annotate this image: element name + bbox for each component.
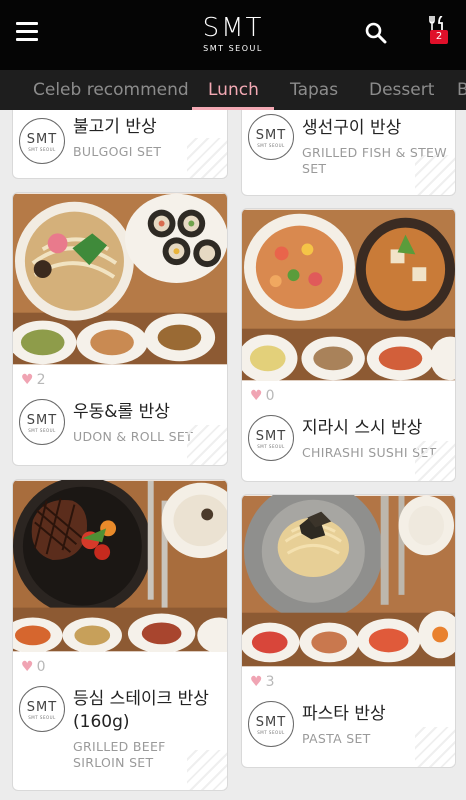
dish-name-english: UDON & ROLL SET — [73, 429, 194, 444]
like-count[interactable]: ♥ 2 — [21, 372, 45, 388]
dish-name-korean: 우동&롤 반상 — [73, 402, 170, 422]
dish-name-korean-line2: (160g) — [73, 712, 130, 732]
tab-tapas[interactable]: Tapas — [290, 70, 338, 110]
dish-name-english-line2: SIRLOIN SET — [73, 755, 154, 770]
menu-card-pasta[interactable]: ♥ 3 SMT SMT SEOUL 파스타 반상 PASTA SET — [241, 494, 456, 768]
decorative-stripes — [187, 750, 227, 790]
dish-photo — [13, 193, 227, 365]
brand-badge: SMT SMT SEOUL — [19, 118, 65, 164]
decorative-stripes — [415, 155, 455, 195]
heart-icon: ♥ — [250, 388, 263, 404]
heart-icon: ♥ — [250, 674, 263, 690]
cart-button[interactable]: 2 — [424, 16, 452, 48]
decorative-stripes — [415, 727, 455, 767]
tab-next-partial[interactable]: B — [457, 70, 466, 110]
dish-name-korean: 지라시 스시 반상 — [302, 418, 423, 438]
brand-badge: SMT SMT SEOUL — [19, 686, 65, 732]
decorative-stripes — [415, 441, 455, 481]
logo-mark: SMT — [202, 13, 264, 43]
dish-name-korean: 생선구이 반상 — [302, 118, 402, 138]
heart-icon: ♥ — [21, 659, 34, 675]
dish-name-english: PASTA SET — [302, 731, 371, 746]
dish-name-english: GRILLED BEEF — [73, 739, 166, 754]
like-count[interactable]: ♥ 3 — [250, 674, 274, 690]
menu-card-udon-roll[interactable]: ♥ 2 SMT SMT SEOUL 우동&롤 반상 UDON & ROLL SET — [12, 192, 228, 466]
dish-photo — [242, 495, 455, 667]
menu-card-bulgogi[interactable]: SMT SMT SEOUL 불고기 반상 BULGOGI SET — [12, 110, 228, 179]
cart-count-badge: 2 — [430, 30, 448, 44]
decorative-stripes — [187, 425, 227, 465]
tab-lunch[interactable]: Lunch — [208, 70, 259, 110]
dish-name-korean: 등심 스테이크 반상 — [73, 689, 209, 709]
menu-card-grilled-fish[interactable]: SMT SMT SEOUL 생선구이 반상 GRILLED FISH & STE… — [241, 110, 456, 196]
category-tabs: Celeb recommend Lunch Tapas Dessert B — [0, 70, 466, 110]
brand-badge: SMT SMT SEOUL — [248, 415, 294, 461]
heart-icon: ♥ — [21, 372, 34, 388]
dish-name-korean: 불고기 반상 — [73, 117, 157, 137]
dish-name-korean: 파스타 반상 — [302, 704, 386, 724]
logo-subtitle: SMT SEOUL — [203, 44, 263, 53]
menu-card-chirashi-sushi[interactable]: ♥ 0 SMT SMT SEOUL 지라시 스시 반상 CHIRASHI SUSH… — [241, 208, 456, 482]
app-header: SMT SMT SEOUL 2 — [0, 0, 466, 70]
menu-icon[interactable] — [16, 22, 38, 42]
brand-badge: SMT SMT SEOUL — [248, 114, 294, 160]
brand-badge: SMT SMT SEOUL — [248, 701, 294, 747]
tab-dessert[interactable]: Dessert — [369, 70, 434, 110]
menu-card-beef-sirloin[interactable]: ♥ 0 SMT SMT SEOUL 등심 스테이크 반상 (160g) GRILL… — [12, 479, 228, 791]
like-count[interactable]: ♥ 0 — [21, 659, 45, 675]
search-icon[interactable] — [364, 21, 388, 45]
dish-photo — [13, 480, 227, 652]
brand-badge: SMT SMT SEOUL — [19, 399, 65, 445]
dish-name-english-line2: SET — [302, 161, 327, 176]
like-count[interactable]: ♥ 0 — [250, 388, 274, 404]
decorative-stripes — [187, 138, 227, 178]
dish-photo — [242, 209, 455, 381]
dish-name-english: BULGOGI SET — [73, 144, 162, 159]
tab-celeb-recommend[interactable]: Celeb recommend — [33, 70, 189, 110]
menu-grid: SMT SMT SEOUL 불고기 반상 BULGOGI SET SMT SMT… — [0, 110, 466, 800]
smt-seoul-logo[interactable]: SMT SMT SEOUL — [198, 14, 268, 58]
